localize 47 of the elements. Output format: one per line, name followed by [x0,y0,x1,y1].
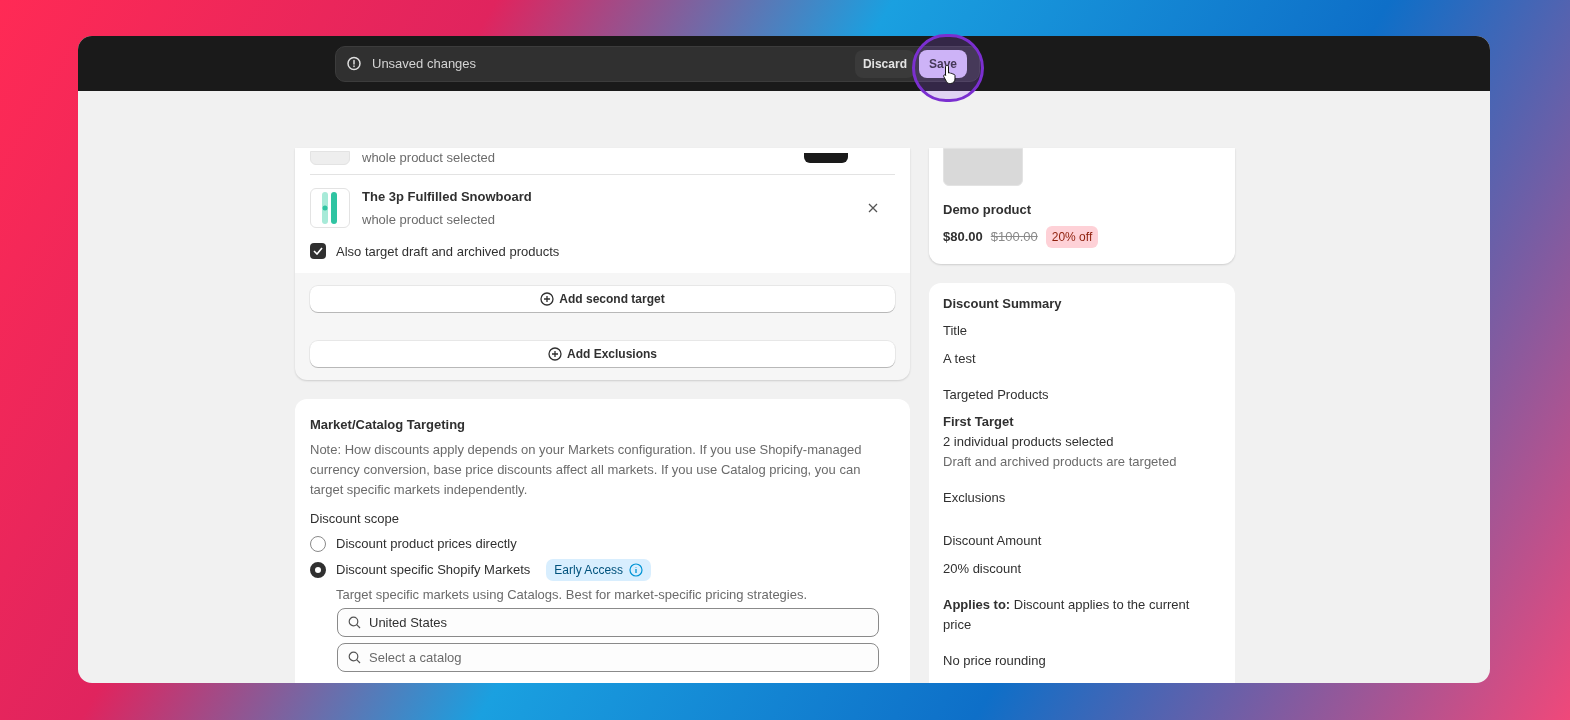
summary-text: No price rounding [943,652,1047,670]
summary-subheading: First Target [943,413,1015,431]
option-description: Target specific markets using Catalogs. Best for market-specific pricing strategies. [336,585,809,604]
save-button[interactable]: Save [918,50,967,78]
search-field[interactable]: United States [337,608,879,637]
search-field[interactable]: Select a catalog [337,643,879,672]
radio-label: Discount specific Shopify Markets [336,560,531,579]
summary-heading: Title [943,322,969,340]
checkbox-label: Also target draft and archived products [336,242,560,261]
info-icon [629,562,644,577]
summary-text: 20% discount [943,560,1023,578]
unsaved-message: Unsaved changes [372,55,477,74]
product-subtitle: whole product selected [362,149,496,167]
product-thumbnail [310,150,350,165]
radio-label: Discount product prices directly [336,535,517,553]
summary-text: 2 individual products selected [943,433,1115,451]
plus-circle-icon [540,292,555,306]
radio-button[interactable] [310,535,326,552]
note-text: Note: How discounts apply depends on your Markets configuration. If you use Shopify-managed currency conversion, base price discounts affect all markets. If you use Catalog pricing, you can target specific markets independently. [310,440,863,499]
snowboard-icon [320,191,340,225]
discount-badge: 20% off [1045,225,1099,248]
discard-button[interactable]: Discard [854,50,915,78]
summary-heading: Discount Amount [943,532,1043,550]
plus-circle-icon [548,347,562,361]
summary-heading: Targeted Products [943,386,1050,404]
add-button[interactable]: Add Exclusions [310,341,895,367]
sale-price: $80.00 [943,227,983,246]
alert-icon [346,56,362,72]
summary-note: Draft and archived products are targeted [943,453,1178,471]
product-name: Demo product [943,201,1033,219]
summary-heading: Exclusions [943,489,1007,507]
summary-text: A test [943,350,977,368]
checkbox[interactable] [310,243,326,260]
close-icon [868,203,878,213]
scope-label: Discount scope [310,509,400,528]
section-title: Market/Catalog Targeting [310,416,467,434]
compare-price: $100.00 [990,227,1038,246]
product-subtitle: whole product selected [362,211,496,229]
checkmark-icon [313,247,323,256]
status-badge [804,152,848,163]
product-name: The 3p Fulfilled Snowboard [362,187,533,206]
radio-button[interactable] [310,561,326,578]
summary-title: Discount Summary [943,294,1063,313]
summary-text: Applies to: Discount applies to the current price [943,596,1191,634]
early-access-badge: Early Access [546,558,652,581]
add-button[interactable]: Add second target [310,286,895,312]
click-highlight [912,34,984,102]
